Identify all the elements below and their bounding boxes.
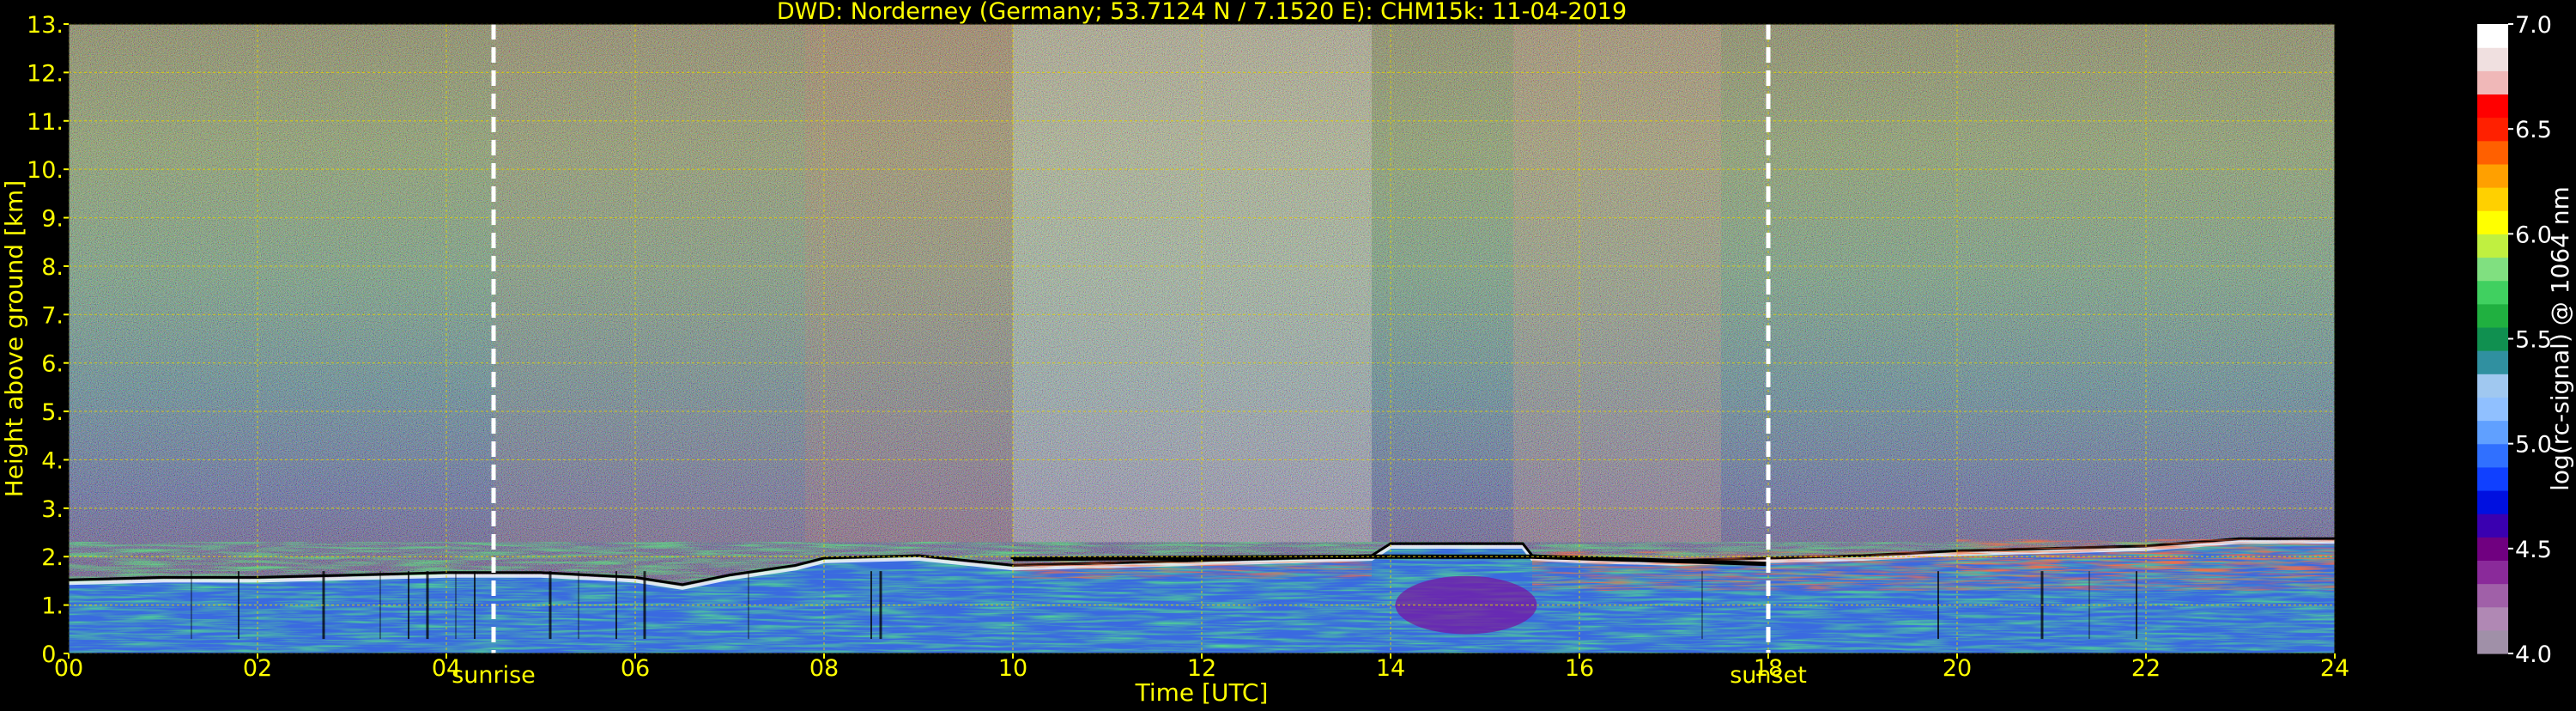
colorbar-segment [2477,466,2508,491]
colorbar-segment [2477,140,2508,165]
colorbar-segment [2477,537,2508,562]
colorbar-segment [2477,234,2508,258]
colorbar-segment [2477,606,2508,631]
colorbar-segment [2477,117,2508,142]
x-tick-label: 22 [2131,655,2161,682]
y-tick-label: 0. [41,641,64,668]
colorbar-segment [2477,443,2508,468]
colorbar-label: log(rc-signal) @ 1064 nm [2546,186,2574,491]
x-tick-label: 20 [1943,655,1972,682]
colorbar-tick-label: 6.5 [2515,117,2552,143]
colorbar-segment [2477,583,2508,608]
y-axis-label: Height above ground [km] [0,180,28,498]
y-tick-label: 12. [27,60,64,87]
y-tick-label: 11. [27,109,64,136]
chart-title: DWD: Norderney (Germany; 53.7124 N / 7.1… [777,0,1627,25]
y-tick-label: 9. [41,206,64,233]
colorbar-segment [2477,210,2508,234]
colorbar-segment [2477,397,2508,422]
colorbar-segment [2477,94,2508,118]
x-tick-label: 24 [2320,655,2349,682]
colorbar-tick-label: 4.0 [2515,641,2552,668]
colorbar-segment [2477,489,2508,514]
colorbar-segment [2477,514,2508,538]
colorbar-segment [2477,257,2508,282]
x-tick-label: 08 [809,655,839,682]
colorbar-segment [2477,420,2508,445]
colorbar-segment [2477,326,2508,351]
x-tick-label: 16 [1565,655,1594,682]
y-tick-label: 3. [41,496,64,523]
x-tick-label: 02 [243,655,272,682]
x-axis-label: Time [UTC] [1135,678,1269,707]
colorbar-segment [2477,24,2508,48]
colorbar-segment [2477,303,2508,328]
y-tick-label: 13. [27,12,64,39]
colorbar-segment [2477,47,2508,71]
y-tick-label: 10. [27,157,64,184]
y-tick-label: 1. [41,593,64,620]
sunrise-label: sunrise [452,662,536,689]
x-tick-label: 06 [621,655,650,682]
colorbar: 4.04.55.05.56.06.57.0log(rc-signal) @ 10… [2477,12,2574,668]
y-tick-label: 8. [41,254,64,281]
colorbar-segment [2477,70,2508,95]
chart-svg: sunrise sunset00 02 04 06 08 10 12 14 16 18 20 22 240… [0,0,2574,707]
y-tick-label: 7. [41,302,64,329]
x-tick-label: 14 [1376,655,1405,682]
colorbar-segment [2477,280,2508,305]
colorbar-segment [2477,187,2508,211]
colorbar-segment [2477,374,2508,398]
lidar-chart: sunrise sunset 00 02 04 06 08 10 12 14 16 18 20 22 24 0… [0,0,2576,708]
colorbar-segment [2477,350,2508,374]
y-tick-label: 4. [41,447,64,474]
colorbar-segment [2477,163,2508,188]
x-tick-label: 04 [432,655,461,682]
colorbar-segment [2477,629,2508,654]
y-tick-label: 2. [41,544,64,571]
high-signal-band [1013,561,1372,579]
x-tick-label: 10 [998,655,1027,682]
colorbar-segment [2477,560,2508,585]
y-tick-label: 5. [41,399,64,426]
x-tick-label: 18 [1754,655,1783,682]
colorbar-tick-label: 4.5 [2515,537,2552,563]
y-tick-label: 6. [41,351,64,378]
colorbar-tick-label: 7.0 [2515,12,2552,39]
